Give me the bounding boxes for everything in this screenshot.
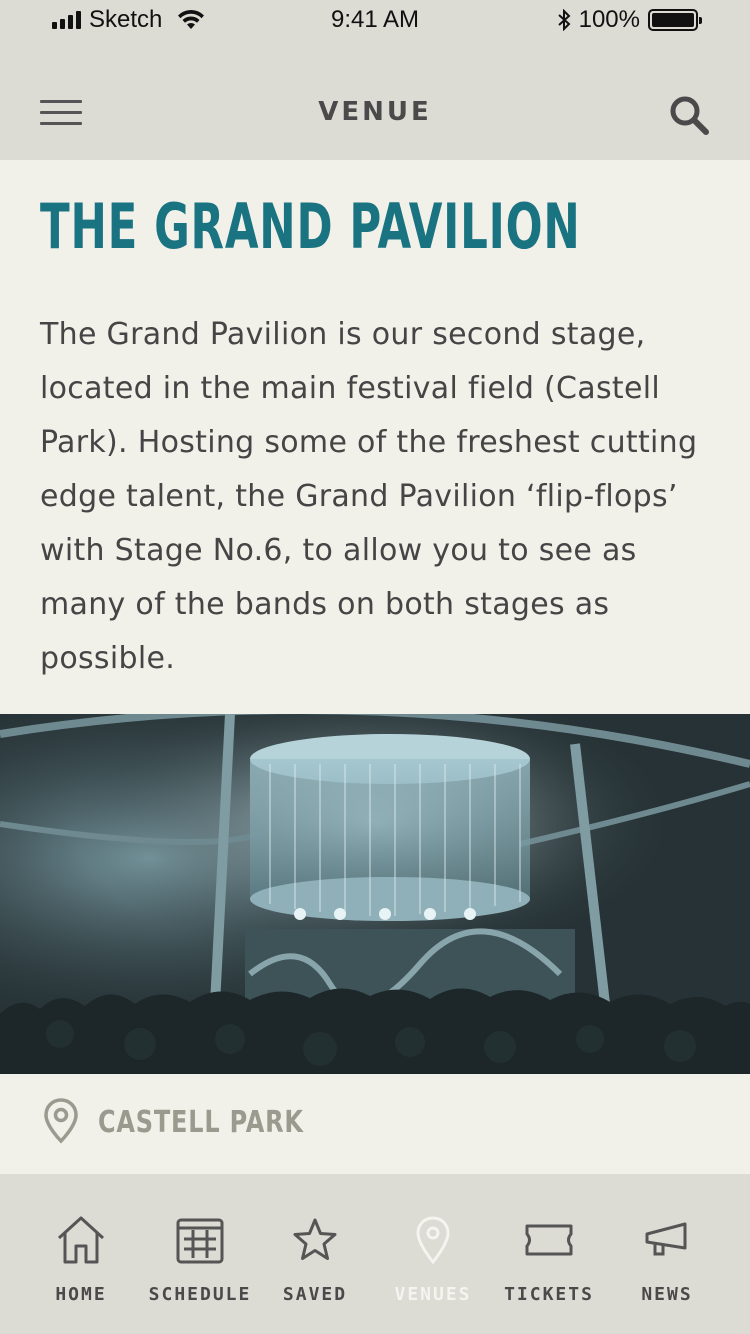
location-pin-icon: [416, 1216, 450, 1265]
stage-photo-illustration: [0, 714, 750, 1074]
tab-label: SAVED: [282, 1284, 348, 1305]
tab-schedule[interactable]: SCHEDULE: [140, 1174, 260, 1334]
page-title: VENUE: [318, 97, 432, 127]
venue-title: THE GRAND PAVILION: [40, 190, 581, 263]
tab-news[interactable]: NEWS: [607, 1174, 727, 1334]
megaphone-icon: [645, 1222, 687, 1256]
star-icon: [293, 1218, 337, 1260]
tab-label: NEWS: [641, 1284, 693, 1305]
tab-label: TICKETS: [504, 1284, 594, 1305]
status-bar: Sketch 9:41 AM 100%: [0, 0, 750, 40]
tab-saved[interactable]: SAVED: [255, 1174, 375, 1334]
nav-bar: VENUE: [0, 40, 750, 160]
calendar-icon: [176, 1218, 224, 1264]
tab-bar: HOME SCHEDULE SAVED VENUES TICKETS NEWS: [0, 1174, 750, 1334]
tab-venues[interactable]: VENUES: [373, 1174, 493, 1334]
tab-home[interactable]: HOME: [21, 1174, 141, 1334]
search-icon: [670, 96, 709, 135]
home-icon: [57, 1216, 105, 1264]
tab-label: HOME: [55, 1284, 107, 1305]
tab-label: SCHEDULE: [148, 1284, 252, 1305]
bluetooth-icon: [557, 9, 571, 31]
ticket-icon: [525, 1224, 573, 1256]
location-pin-icon: [44, 1098, 78, 1144]
venue-description: The Grand Pavilion is our second stage, …: [40, 317, 698, 676]
search-button[interactable]: [668, 94, 712, 138]
venue-location: CASTELL PARK: [98, 1105, 304, 1140]
location-row[interactable]: CASTELL PARK: [0, 1074, 750, 1174]
battery-icon: [648, 9, 702, 31]
venue-photo: [0, 714, 750, 1074]
battery-percent: 100%: [578, 6, 640, 33]
tab-tickets[interactable]: TICKETS: [489, 1174, 609, 1334]
tab-label: VENUES: [394, 1284, 472, 1305]
status-right: 100%: [557, 6, 702, 34]
